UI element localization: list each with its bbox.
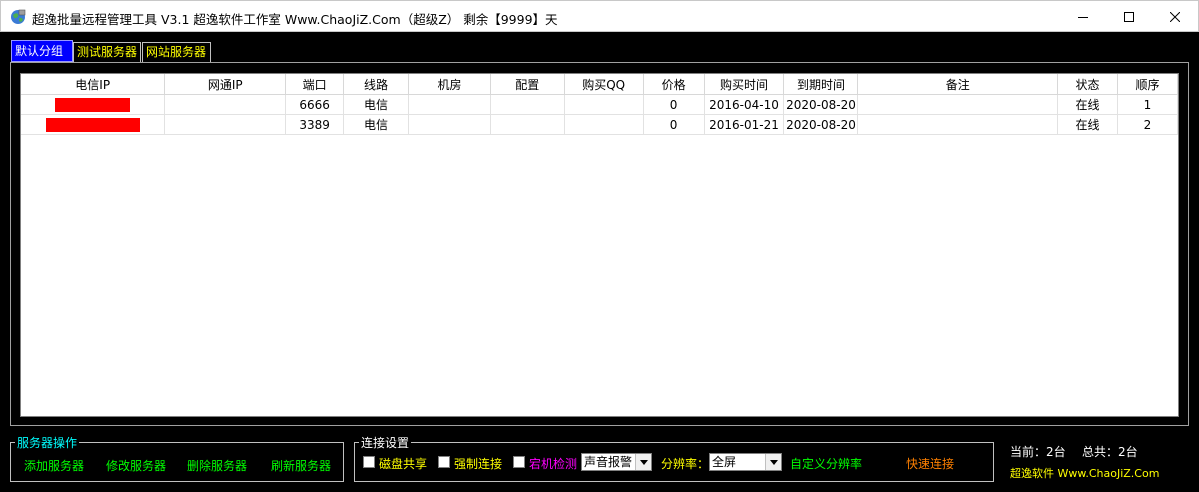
col-netcom-ip[interactable]: 网通IP bbox=[164, 74, 287, 95]
total-count: 总共：2台 bbox=[1082, 445, 1138, 459]
cell-netcom-ip bbox=[164, 94, 287, 115]
connection-settings-legend: 连接设置 bbox=[361, 436, 410, 450]
col-config[interactable]: 配置 bbox=[490, 74, 565, 95]
cell-netcom-ip bbox=[164, 114, 287, 135]
col-port[interactable]: 端口 bbox=[285, 74, 345, 95]
cell-telecom-ip bbox=[21, 114, 166, 135]
tab-default-group[interactable]: 默认分组 bbox=[11, 40, 73, 62]
col-note[interactable]: 备注 bbox=[857, 74, 1059, 95]
col-room[interactable]: 机房 bbox=[408, 74, 491, 95]
redacted-ip bbox=[55, 97, 131, 112]
resolution-select[interactable]: 全屏 bbox=[709, 453, 782, 471]
tab-test-servers[interactable]: 测试服务器 bbox=[73, 42, 141, 62]
cell-status: 在线 bbox=[1057, 114, 1118, 135]
cell-buy-date: 2016-04-10 bbox=[704, 94, 785, 115]
close-button[interactable] bbox=[1152, 1, 1198, 32]
col-line[interactable]: 线路 bbox=[343, 74, 410, 95]
force-connect-label[interactable]: 强制连接 bbox=[454, 455, 502, 472]
cell-status: 在线 bbox=[1057, 94, 1118, 115]
disk-share-checkbox[interactable] bbox=[363, 456, 375, 468]
server-ops-legend: 服务器操作 bbox=[17, 436, 78, 450]
cell-config bbox=[490, 94, 565, 115]
resolution-select-value: 全屏 bbox=[712, 455, 737, 469]
current-count: 当前：2台 bbox=[1010, 445, 1066, 459]
alarm-select-value: 声音报警 bbox=[584, 455, 633, 469]
tab-panel: 电信IP 网通IP 端口 线路 机房 配置 购买QQ 价格 购买时间 到期时间 … bbox=[10, 62, 1189, 426]
cell-telecom-ip bbox=[21, 94, 166, 115]
custom-resolution-button[interactable]: 自定义分辨率 bbox=[790, 455, 862, 472]
cell-room bbox=[408, 94, 491, 115]
app-globe-icon bbox=[11, 9, 26, 24]
redacted-ip bbox=[45, 117, 140, 132]
col-price[interactable]: 价格 bbox=[643, 74, 705, 95]
cell-port: 3389 bbox=[285, 114, 345, 135]
edit-server-button[interactable]: 修改服务器 bbox=[106, 457, 166, 474]
alarm-select[interactable]: 声音报警 bbox=[581, 453, 652, 471]
server-list[interactable]: 电信IP 网通IP 端口 线路 机房 配置 购买QQ 价格 购买时间 到期时间 … bbox=[20, 73, 1179, 417]
cell-buy-date: 2016-01-21 bbox=[704, 114, 785, 135]
table-row[interactable]: 3389 电信 0 2016-01-21 2020-08-20 在线 2 bbox=[21, 114, 1178, 135]
maximize-icon bbox=[1124, 11, 1134, 22]
cell-price: 0 bbox=[643, 94, 705, 115]
cell-line: 电信 bbox=[343, 94, 410, 115]
cell-order: 1 bbox=[1117, 94, 1178, 115]
table-row[interactable]: 6666 电信 0 2016-04-10 2020-08-20 在线 1 bbox=[21, 94, 1178, 115]
delete-server-button[interactable]: 删除服务器 bbox=[187, 457, 247, 474]
downtime-check-checkbox[interactable] bbox=[513, 456, 525, 468]
minimize-icon bbox=[1078, 16, 1088, 18]
tab-web-servers[interactable]: 网站服务器 bbox=[142, 42, 211, 62]
close-icon bbox=[1170, 11, 1180, 22]
cell-price: 0 bbox=[643, 114, 705, 135]
cell-port: 6666 bbox=[285, 94, 345, 115]
resolution-label: 分辨率： bbox=[661, 457, 710, 471]
refresh-server-button[interactable]: 刷新服务器 bbox=[271, 457, 331, 474]
table-header: 电信IP 网通IP 端口 线路 机房 配置 购买QQ 价格 购买时间 到期时间 … bbox=[21, 74, 1178, 95]
cell-line: 电信 bbox=[343, 114, 410, 135]
title-bar: 超逸批量远程管理工具 V3.1 超逸软件工作室 Www.ChaoJiZ.Com（… bbox=[0, 0, 1199, 32]
quick-connect-button[interactable]: 快速连接 bbox=[906, 455, 954, 472]
cell-room bbox=[408, 114, 491, 135]
cell-expire-date: 2020-08-20 bbox=[783, 114, 859, 135]
chevron-down-icon bbox=[635, 454, 651, 470]
disk-share-label[interactable]: 磁盘共享 bbox=[379, 455, 427, 472]
col-status[interactable]: 状态 bbox=[1057, 74, 1118, 95]
force-connect-checkbox[interactable] bbox=[438, 456, 450, 468]
cell-expire-date: 2020-08-20 bbox=[783, 94, 859, 115]
cell-buy-qq bbox=[564, 114, 644, 135]
col-expire-date[interactable]: 到期时间 bbox=[783, 74, 859, 95]
col-telecom-ip[interactable]: 电信IP bbox=[21, 74, 166, 95]
cell-buy-qq bbox=[564, 94, 644, 115]
chevron-down-icon bbox=[765, 454, 781, 470]
window-title: 超逸批量远程管理工具 V3.1 超逸软件工作室 Www.ChaoJiZ.Com（… bbox=[32, 12, 558, 27]
col-buy-qq[interactable]: 购买QQ bbox=[564, 74, 644, 95]
downtime-check-label[interactable]: 宕机检测 bbox=[529, 455, 577, 472]
cell-note bbox=[857, 94, 1059, 115]
cell-config bbox=[490, 114, 565, 135]
cell-order: 2 bbox=[1117, 114, 1178, 135]
cell-note bbox=[857, 114, 1059, 135]
col-buy-date[interactable]: 购买时间 bbox=[704, 74, 785, 95]
brand-link[interactable]: 超逸软件 Www.ChaoJiZ.Com bbox=[1010, 465, 1159, 481]
maximize-button[interactable] bbox=[1106, 1, 1152, 32]
server-table: 电信IP 网通IP 端口 线路 机房 配置 购买QQ 价格 购买时间 到期时间 … bbox=[21, 74, 1178, 135]
col-order[interactable]: 顺序 bbox=[1117, 74, 1178, 95]
minimize-button[interactable] bbox=[1060, 1, 1106, 32]
add-server-button[interactable]: 添加服务器 bbox=[24, 457, 84, 474]
